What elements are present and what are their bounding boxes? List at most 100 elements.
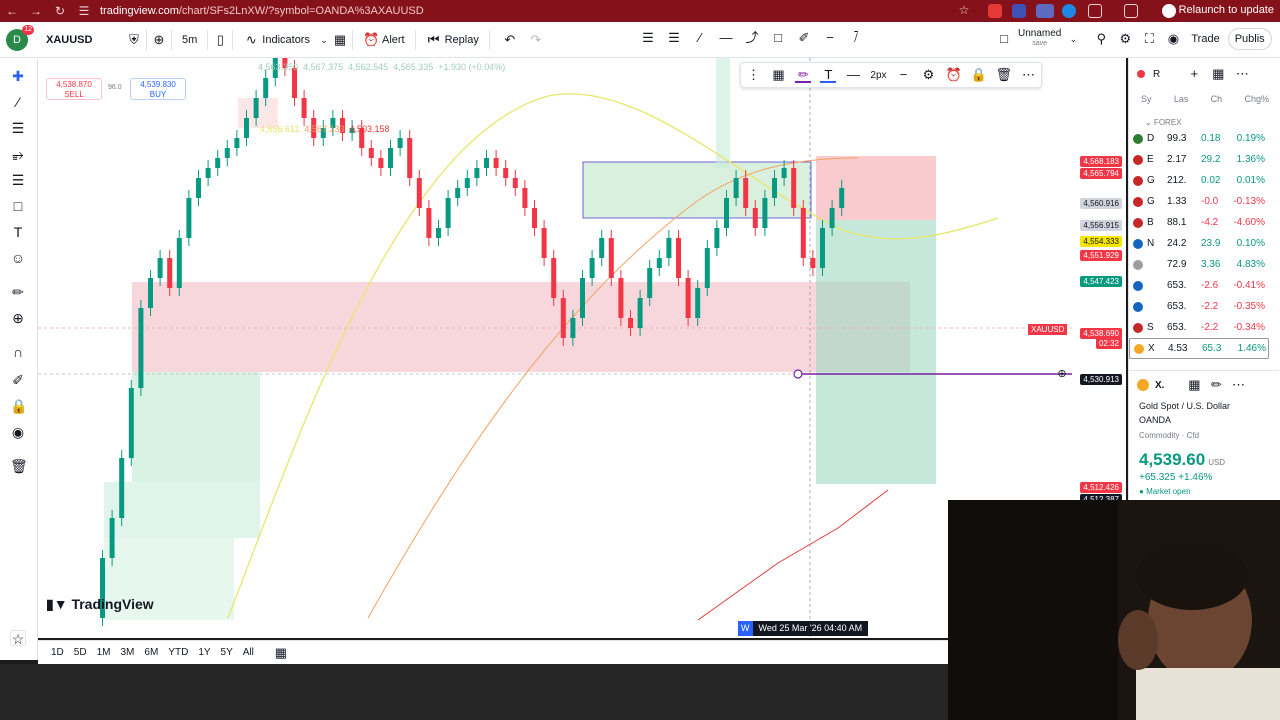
zoom-icon[interactable]: ⊕ xyxy=(10,310,26,326)
range-button[interactable]: 1M xyxy=(92,647,116,658)
range-button[interactable]: 5D xyxy=(69,647,92,658)
text-color-icon[interactable]: T xyxy=(820,67,837,83)
trash-icon[interactable]: 🗑 xyxy=(995,67,1012,83)
more-icon[interactable]: ⋯ xyxy=(1020,67,1036,83)
relaunch-button[interactable]: Relaunch to update xyxy=(1179,4,1274,16)
calendar-icon[interactable]: ▦ xyxy=(273,645,289,661)
watchlist-row[interactable]: N 24.2 23.9 0.10% xyxy=(1129,233,1269,254)
star-icon[interactable]: ☆ xyxy=(952,3,976,17)
range-button[interactable]: All xyxy=(238,647,259,658)
tradingview-logo[interactable]: ▮▼ TradingView xyxy=(46,596,154,613)
column-header[interactable]: Las xyxy=(1174,94,1189,104)
template-icon[interactable]: ▦ xyxy=(770,67,786,83)
redo-icon[interactable]: ↷ xyxy=(528,32,544,48)
prediction-icon[interactable]: ☰ xyxy=(10,172,26,188)
line-color-icon[interactable]: ✏ xyxy=(795,67,812,83)
add-alert-icon[interactable]: ⊕ xyxy=(1054,366,1070,382)
trendline-icon[interactable]: ∕ xyxy=(692,30,708,46)
range-button[interactable]: 1D xyxy=(46,647,69,658)
symbol-search-button[interactable]: XAUUSD xyxy=(40,26,126,54)
watchlist-row[interactable]: 72.9 3.36 4.83% xyxy=(1129,254,1269,275)
text-icon[interactable]: T xyxy=(10,224,26,240)
path-icon[interactable]: ⤴ xyxy=(744,30,760,46)
lock-icon[interactable]: 🔒 xyxy=(10,398,27,414)
shield-icon[interactable]: ⛨ xyxy=(126,32,142,48)
column-header[interactable]: Ch xyxy=(1211,94,1223,104)
watchlist-row[interactable]: D 99.3 0.18 0.19% xyxy=(1129,128,1269,149)
avatar[interactable] xyxy=(1162,4,1176,18)
extension-icon[interactable] xyxy=(1036,4,1054,18)
trash-icon[interactable]: 🗑 xyxy=(10,458,28,474)
camera-icon[interactable]: ◉ xyxy=(1165,31,1181,47)
watchlist-row[interactable]: B 88.1 -4.2 -4.60% xyxy=(1129,212,1269,233)
indicators-button[interactable]: ∿ Indicators xyxy=(237,26,316,54)
edit-icon[interactable]: ✏ xyxy=(1208,377,1224,393)
alert-icon[interactable]: ⏰ xyxy=(945,67,961,83)
watchlist-row[interactable]: 653. -2.6 -0.41% xyxy=(1129,275,1269,296)
alert-button[interactable]: ⏰ Alert xyxy=(357,26,411,54)
watchlist-row[interactable]: G 212. 0.02 0.01% xyxy=(1129,170,1269,191)
eye-icon[interactable]: ◉ xyxy=(10,424,26,440)
watchlist-section[interactable]: ⌄ FOREX xyxy=(1145,118,1182,127)
brush-icon[interactable]: ✐ xyxy=(796,30,812,46)
range-button[interactable]: 3M xyxy=(116,647,140,658)
shapes-icon[interactable]: □ xyxy=(10,198,26,214)
trade-button[interactable]: Trade xyxy=(1185,25,1225,53)
drawing-tool-icon[interactable]: ☰ xyxy=(666,30,682,46)
drag-handle-icon[interactable]: ⋮ xyxy=(745,67,761,83)
star-icon[interactable]: ☆ xyxy=(10,630,26,647)
site-info-icon[interactable]: ☰ xyxy=(72,4,96,18)
chevron-down-icon[interactable]: ⌄ xyxy=(316,32,332,48)
column-header[interactable]: Chg% xyxy=(1244,94,1269,104)
range-button[interactable]: 6M xyxy=(139,647,163,658)
ruler-icon[interactable]: ✏ xyxy=(10,284,26,300)
chevron-down-icon[interactable]: ⌄ xyxy=(1065,31,1081,47)
layouts-icon[interactable]: ▦ xyxy=(332,32,348,48)
watchlist-row[interactable]: X 4.53 65.3 1.46% xyxy=(1129,338,1269,359)
line-width-label[interactable]: 2px xyxy=(870,70,886,81)
watchlist-title[interactable]: R xyxy=(1153,69,1160,80)
crosshair-icon[interactable]: ✚ xyxy=(10,68,26,84)
range-button[interactable]: YTD xyxy=(163,647,193,658)
layout-icon[interactable]: ▦ xyxy=(1186,377,1202,393)
lock-icon[interactable]: 🔒 xyxy=(970,67,986,83)
pencil-icon[interactable]: ✐ xyxy=(10,372,26,388)
watchlist-row[interactable]: 653. -2.2 -0.35% xyxy=(1129,296,1269,317)
address-bar[interactable]: tradingview.com/chart/SFs2LnXW/?symbol=O… xyxy=(100,5,424,17)
layout-square-icon[interactable]: □ xyxy=(996,31,1012,47)
fullscreen-icon[interactable]: ⛶ xyxy=(1141,31,1157,47)
publish-button[interactable]: Publis xyxy=(1227,28,1272,50)
extensions-icon[interactable] xyxy=(1088,4,1102,18)
magnet-icon[interactable]: ∩ xyxy=(10,344,26,360)
horizontal-line-icon[interactable]: — xyxy=(718,30,734,46)
search-icon[interactable]: ⚲ xyxy=(1093,31,1109,47)
details-symbol[interactable]: X. xyxy=(1155,380,1164,391)
extension-icon[interactable] xyxy=(1012,4,1026,18)
extension-icon[interactable] xyxy=(1062,4,1076,18)
fib-icon[interactable]: ☰ xyxy=(10,120,26,136)
rectangle-icon[interactable]: □ xyxy=(770,30,786,46)
user-avatar[interactable]: D 12 xyxy=(6,24,34,51)
ray-icon[interactable]: − xyxy=(822,30,838,46)
icons-icon[interactable]: ☺ xyxy=(10,250,26,266)
interval-button[interactable]: 5m xyxy=(176,26,203,54)
line-style-icon[interactable]: — xyxy=(845,67,861,83)
settings-icon[interactable]: ⚙ xyxy=(921,67,937,83)
add-icon[interactable]: + xyxy=(1186,66,1202,82)
buy-button[interactable]: 4,539.830 BUY xyxy=(130,78,186,100)
pattern-icon[interactable]: ⥵ xyxy=(10,146,26,162)
forward-icon[interactable]: → xyxy=(24,4,48,18)
watchlist-row[interactable]: E 2.17 29.2 1.36% xyxy=(1129,149,1269,170)
back-icon[interactable]: ← xyxy=(0,4,24,18)
extension-icon[interactable] xyxy=(988,4,1002,18)
settings-icon[interactable]: ⚙ xyxy=(1117,31,1133,47)
trendline-icon[interactable]: ∕ xyxy=(10,94,26,110)
profile-icon[interactable] xyxy=(1124,4,1138,18)
layout-name-button[interactable]: Unnamed save xyxy=(1018,29,1061,49)
range-button[interactable]: 1Y xyxy=(193,647,215,658)
sell-button[interactable]: 4,538.870 SELL xyxy=(46,78,102,100)
add-symbol-icon[interactable]: ⊕ xyxy=(151,32,167,48)
layout-icon[interactable]: ▦ xyxy=(1210,66,1226,82)
replay-button[interactable]: ⏮ Replay xyxy=(420,26,485,54)
measure-icon[interactable]: ⧶ xyxy=(848,30,864,46)
